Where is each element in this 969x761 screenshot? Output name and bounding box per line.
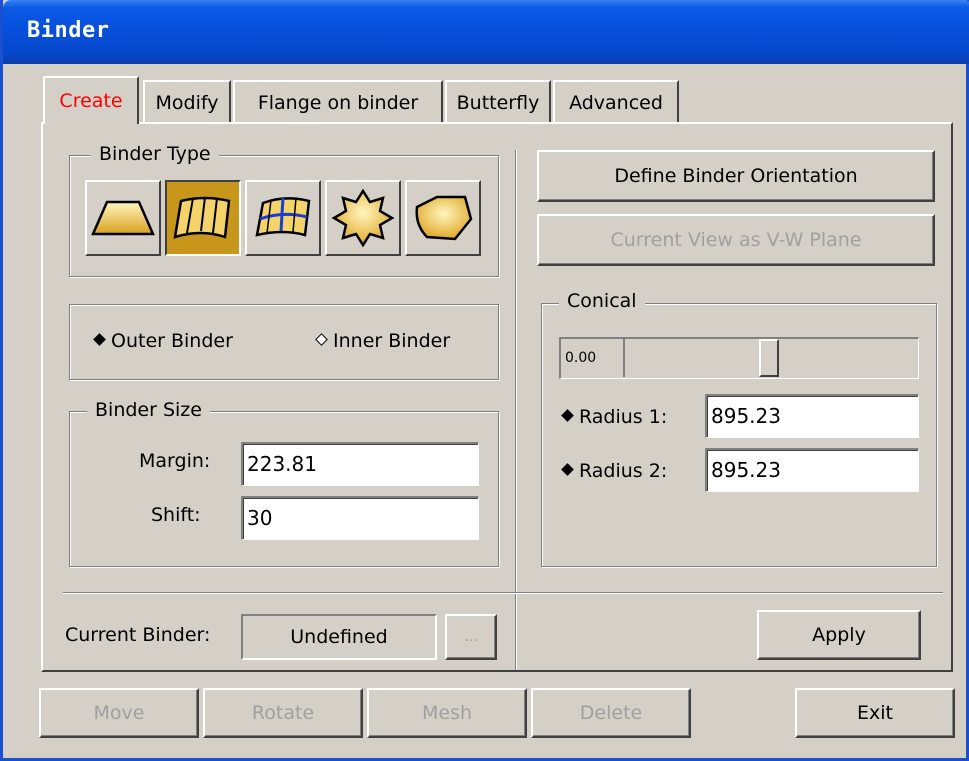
tab-modify[interactable]: Modify: [143, 80, 231, 124]
radius2-field[interactable]: 895.23: [705, 448, 919, 492]
tab-advanced-label: Advanced: [569, 92, 663, 114]
tab-create[interactable]: Create: [43, 76, 139, 124]
exit-button[interactable]: Exit: [795, 688, 955, 738]
tab-flange-label: Flange on binder: [257, 92, 419, 114]
current-binder-value: Undefined: [241, 614, 437, 660]
shift-field[interactable]: 30: [241, 496, 479, 540]
radio-selected-icon: [93, 333, 106, 346]
delete-button[interactable]: Delete: [531, 688, 691, 738]
radius1-field[interactable]: 895.23: [705, 394, 919, 438]
browse-binder-button[interactable]: ...: [445, 614, 497, 660]
shift-label: Shift:: [151, 504, 201, 526]
inner-binder-radio[interactable]: Inner Binder: [315, 330, 451, 352]
title-bar[interactable]: Binder: [3, 0, 969, 64]
star-binder-icon: [331, 188, 395, 248]
conical-slider[interactable]: 0.00: [559, 337, 919, 379]
margin-label: Margin:: [139, 450, 211, 472]
star-binder-button[interactable]: [325, 180, 401, 256]
freeform-binder-button[interactable]: [405, 180, 481, 256]
bottom-divider: [63, 592, 943, 594]
tab-modify-label: Modify: [155, 92, 219, 114]
tab-butterfly-label: Butterfly: [456, 92, 540, 114]
conical-slider-thumb[interactable]: [759, 339, 779, 377]
radius2-radio[interactable]: Radius 2:: [561, 460, 668, 482]
conical-slider-value: 0.00: [561, 339, 625, 377]
binder-window: Binder Create Modify Flange on binder Bu…: [0, 0, 969, 761]
margin-field[interactable]: 223.81: [241, 442, 479, 486]
outer-binder-label: Outer Binder: [111, 330, 233, 352]
inner-binder-label: Inner Binder: [333, 330, 451, 352]
flat-binder-button[interactable]: [85, 180, 161, 256]
current-binder-label: Current Binder:: [65, 624, 211, 646]
binder-size-label: Binder Size: [87, 399, 210, 421]
freeform-binder-icon: [415, 195, 473, 241]
tab-create-label: Create: [59, 90, 123, 112]
curved-binder-icon: [173, 196, 231, 239]
radius1-radio[interactable]: Radius 1:: [561, 406, 668, 428]
radio-unselected-icon: [315, 333, 328, 346]
window-title: Binder: [27, 18, 110, 43]
apply-button[interactable]: Apply: [757, 610, 921, 660]
radius2-label: Radius 2:: [579, 460, 668, 482]
define-binder-orientation-button[interactable]: Define Binder Orientation: [537, 150, 935, 202]
conical-label: Conical: [559, 290, 645, 312]
tab-flange-on-binder[interactable]: Flange on binder: [233, 80, 443, 124]
radio-selected-icon: [561, 409, 574, 422]
current-view-vw-plane-button[interactable]: Current View as V-W Plane: [537, 214, 935, 266]
mesh-button[interactable]: Mesh: [367, 688, 527, 738]
curved-binder-button[interactable]: [165, 180, 241, 256]
radius1-label: Radius 1:: [579, 406, 668, 428]
tab-butterfly[interactable]: Butterfly: [445, 80, 551, 124]
flat-binder-icon: [91, 200, 155, 236]
tab-advanced[interactable]: Advanced: [553, 80, 679, 124]
grid-binder-icon: [255, 197, 311, 237]
grid-binder-button[interactable]: [245, 180, 321, 256]
binder-size-group: [69, 411, 499, 567]
rotate-button[interactable]: Rotate: [203, 688, 363, 738]
radio-selected-icon: [561, 463, 574, 476]
move-button[interactable]: Move: [39, 688, 199, 738]
binder-type-label: Binder Type: [91, 143, 219, 165]
outer-binder-radio[interactable]: Outer Binder: [93, 330, 233, 352]
